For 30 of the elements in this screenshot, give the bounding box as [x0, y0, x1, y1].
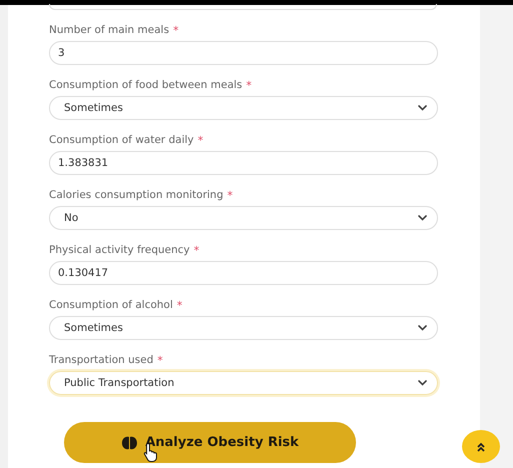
required-mark: * [227, 188, 233, 202]
select-field[interactable]: Sometimes [49, 316, 438, 340]
field-label: Transportation used [49, 354, 154, 366]
required-mark: * [173, 24, 179, 36]
input-field[interactable]: 1.383831 [49, 151, 438, 175]
field-label: Calories consumption monitoring [49, 189, 224, 201]
field-label: Number of main meals [49, 24, 170, 36]
field-label: Consumption of alcohol [49, 299, 173, 311]
scroll-to-top-button[interactable] [462, 430, 500, 463]
field-label: Consumption of water daily [49, 134, 194, 146]
chevron-down-icon [418, 105, 427, 111]
select-field[interactable]: No [49, 206, 438, 230]
chevron-down-icon [418, 380, 427, 386]
required-mark: * [198, 134, 204, 146]
chevron-down-icon [418, 325, 427, 331]
input-field[interactable]: 3 [49, 41, 438, 65]
analyze-button[interactable]: Analyze Obesity Risk [64, 422, 356, 463]
select-field[interactable]: Public Transportation [49, 371, 438, 395]
chevron-down-icon [418, 215, 427, 221]
required-mark: * [246, 78, 252, 92]
select-field[interactable]: Sometimes [49, 96, 438, 120]
input-field[interactable] [49, 4, 437, 10]
field-label: Physical activity frequency [49, 244, 190, 256]
required-mark: * [157, 354, 163, 366]
required-mark: * [194, 244, 200, 256]
input-field[interactable]: 0.130417 [49, 261, 438, 285]
field-label: Consumption of food between meals [49, 79, 242, 91]
double-chevron-up-icon [476, 442, 486, 452]
brain-icon [121, 436, 138, 450]
required-mark: * [176, 298, 182, 312]
